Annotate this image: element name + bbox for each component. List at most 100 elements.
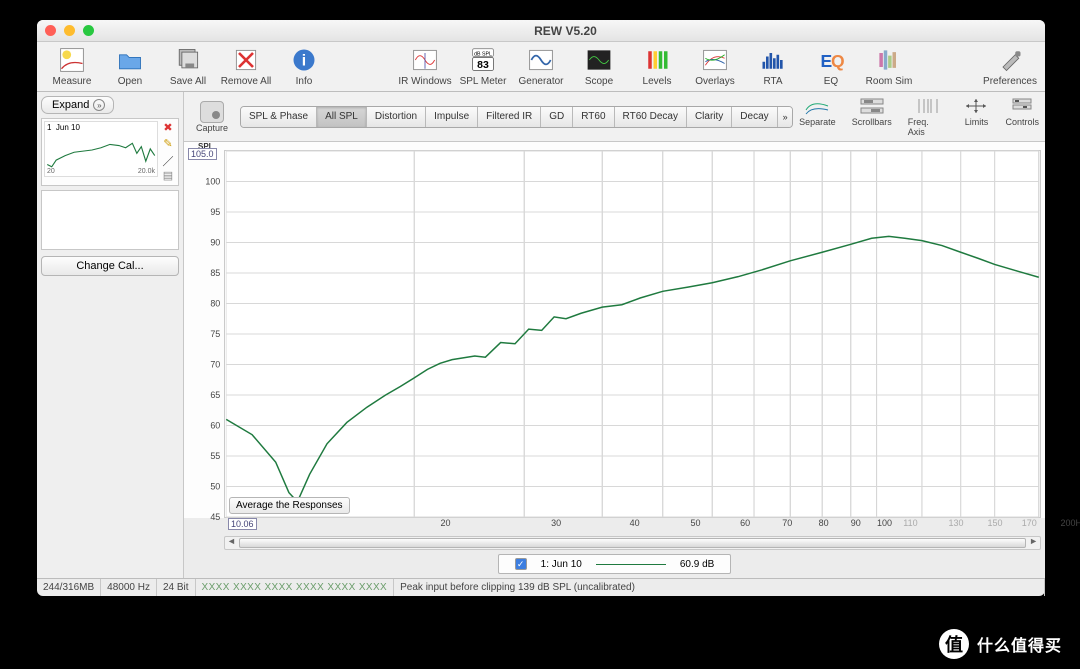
svg-text:65: 65 <box>210 390 220 400</box>
x-tick: 30 <box>551 518 561 528</box>
toolbar-eq-button[interactable]: EQEQ <box>802 46 860 87</box>
measurement-card[interactable]: 1 Jun 10 20 20.0k ✖ ✎ ／ ▤ <box>41 118 179 186</box>
toolbar-splmeter-button[interactable]: dB SPL83SPL Meter <box>454 46 512 87</box>
window-title: REW V5.20 <box>94 24 1037 38</box>
h-scrollbar[interactable] <box>224 536 1041 550</box>
toolbar-overlays-button[interactable]: Overlays <box>686 46 744 87</box>
watermark-text: 什么值得买 <box>977 632 1062 656</box>
toolbar-overlays-label: Overlays <box>695 76 734 87</box>
toolbar-irwindows-button[interactable]: IR Windows <box>396 46 454 87</box>
measure-icon <box>58 46 86 74</box>
watermark: 值 什么值得买 <box>939 629 1062 659</box>
toolbar-info-button[interactable]: i Info <box>275 46 333 87</box>
x-tick: 100 <box>877 518 892 528</box>
toolbar-removeall-label: Remove All <box>221 76 272 87</box>
capture-label: Capture <box>196 123 228 133</box>
x-cursor-value: 10.06 <box>228 518 257 530</box>
toolbar-removeall-button[interactable]: Remove All <box>217 46 275 87</box>
tab-filtered-ir[interactable]: Filtered IR <box>478 107 541 127</box>
svg-text:i: i <box>302 52 306 69</box>
tab--[interactable]: » <box>778 107 793 127</box>
toolbar-preferences-button[interactable]: Preferences <box>981 46 1039 87</box>
limits-icon <box>963 96 989 116</box>
svg-text:45: 45 <box>210 512 220 522</box>
toolbar-saveall-label: Save All <box>170 76 206 87</box>
viewtool-controls[interactable]: Controls <box>1005 96 1039 137</box>
notes-box[interactable] <box>41 190 179 250</box>
freq-axis-icon <box>915 96 941 116</box>
toolbar-generator-button[interactable]: Generator <box>512 46 570 87</box>
edit-icon[interactable]: ✎ <box>161 137 175 151</box>
tab-spl-phase[interactable]: SPL & Phase <box>241 107 317 127</box>
sidebar: Expand » 1 Jun 10 20 20.0k ✖ ✎ ／ ▤ Chang <box>37 92 184 578</box>
expand-button[interactable]: Expand » <box>41 96 114 114</box>
delete-icon[interactable]: ✖ <box>161 121 175 135</box>
toolbar-open-label: Open <box>118 76 142 87</box>
capture-button[interactable]: Capture <box>190 101 234 133</box>
toolbar-open-button[interactable]: Open <box>101 46 159 87</box>
svg-text:dB SPL: dB SPL <box>474 52 492 58</box>
close-icon[interactable] <box>45 25 56 36</box>
y-cursor-value: 105.0 <box>188 148 217 160</box>
saveall-icon <box>174 46 202 74</box>
preferences-icon <box>996 46 1024 74</box>
tab-decay[interactable]: Decay <box>732 107 777 127</box>
tab-rt60[interactable]: RT60 <box>573 107 614 127</box>
toolbar-info-label: Info <box>296 76 313 87</box>
svg-text:100: 100 <box>205 176 220 186</box>
eq-icon: EQ <box>817 46 845 74</box>
main-toolbar: Measure Open Save All Remove All i Info IR Win… <box>37 42 1045 92</box>
tab-rt60-decay[interactable]: RT60 Decay <box>615 107 687 127</box>
x-tick: 90 <box>851 518 861 528</box>
toolbar-scope-button[interactable]: Scope <box>570 46 628 87</box>
tab-all-spl[interactable]: All SPL <box>317 107 367 127</box>
toolbar-levels-label: Levels <box>643 76 672 87</box>
toolbar-roomsim-label: Room Sim <box>866 76 913 87</box>
viewtool-freq-axis[interactable]: Freq. Axis <box>908 96 948 137</box>
generator-icon <box>527 46 555 74</box>
plot-tabs: SPL & PhaseAll SPLDistortionImpulseFilte… <box>240 106 793 128</box>
pen-icon[interactable]: ／ <box>161 153 175 167</box>
zoom-icon[interactable] <box>83 25 94 36</box>
toolbar-saveall-button[interactable]: Save All <box>159 46 217 87</box>
svg-text:50: 50 <box>210 481 220 491</box>
toolbar-levels-button[interactable]: Levels <box>628 46 686 87</box>
watermark-badge-icon: 值 <box>939 629 969 659</box>
viewtool-limits[interactable]: Limits <box>963 96 989 137</box>
chart-box[interactable]: 4550556065707580859095100 Average the Re… <box>224 150 1041 518</box>
legend[interactable]: ✓ 1: Jun 10 60.9 dB <box>498 554 732 574</box>
svg-text:60: 60 <box>210 420 220 430</box>
view-tools: Separate Scrollbars Freq. Axis Limits Contro… <box>799 96 1039 137</box>
open-icon <box>116 46 144 74</box>
svg-text:80: 80 <box>210 298 220 308</box>
tab-impulse[interactable]: Impulse <box>426 107 478 127</box>
overlays-icon <box>701 46 729 74</box>
status-bits: 24 Bit <box>157 579 196 596</box>
status-device: XXXX XXXX XXXX XXXX XXXX XXXX <box>196 579 395 596</box>
average-button[interactable]: Average the Responses <box>229 497 350 514</box>
notes-icon[interactable]: ▤ <box>161 169 175 183</box>
change-cal-button[interactable]: Change Cal... <box>41 256 179 276</box>
h-scroll-thumb[interactable] <box>239 538 1026 548</box>
svg-text:85: 85 <box>210 268 220 278</box>
main-panel: Capture SPL & PhaseAll SPLDistortionImpu… <box>184 92 1045 578</box>
status-samplerate: 48000 Hz <box>101 579 157 596</box>
svg-text:70: 70 <box>210 359 220 369</box>
viewtool-separate[interactable]: Separate <box>799 96 836 137</box>
viewtool-scrollbars[interactable]: Scrollbars <box>852 96 892 137</box>
removeall-icon <box>232 46 260 74</box>
legend-checkbox[interactable]: ✓ <box>515 558 527 570</box>
minimize-icon[interactable] <box>64 25 75 36</box>
toolbar-roomsim-button[interactable]: Room Sim <box>860 46 918 87</box>
tab-clarity[interactable]: Clarity <box>687 107 732 127</box>
roomsim-icon <box>875 46 903 74</box>
expand-chevron-icon: » <box>93 99 105 111</box>
toolbar-rta-button[interactable]: RTA <box>744 46 802 87</box>
toolbar-rta-label: RTA <box>763 76 782 87</box>
x-axis-row: 10.06 2030405060708090100110130150170200… <box>184 518 1045 536</box>
svg-text:Q: Q <box>831 51 845 71</box>
toolbar-measure-button[interactable]: Measure <box>43 46 101 87</box>
x-tick: 60 <box>740 518 750 528</box>
tab-gd[interactable]: GD <box>541 107 573 127</box>
tab-distortion[interactable]: Distortion <box>367 107 426 127</box>
